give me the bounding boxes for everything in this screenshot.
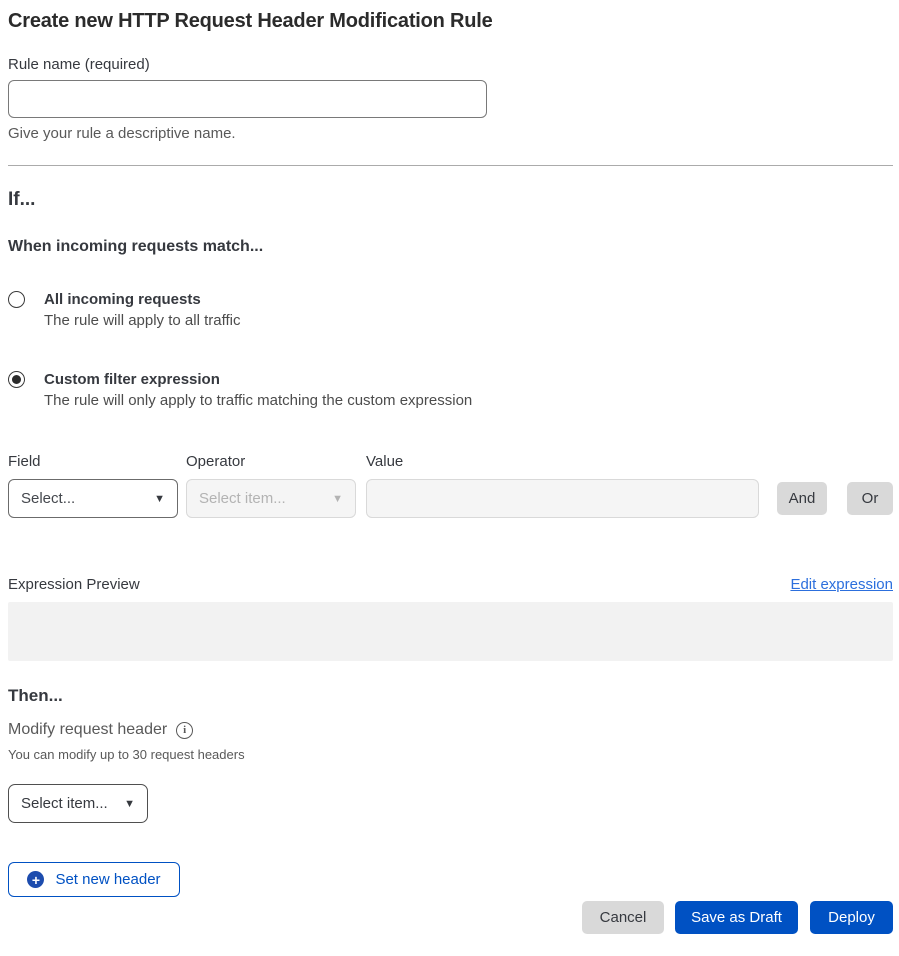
deploy-button[interactable]: Deploy (810, 901, 893, 934)
field-select[interactable]: Select... ▼ (8, 479, 178, 518)
plus-circle-icon: + (27, 871, 44, 888)
save-as-draft-button[interactable]: Save as Draft (675, 901, 798, 934)
page-title: Create new HTTP Request Header Modificat… (8, 8, 893, 35)
expression-preview-label: Expression Preview (8, 575, 140, 595)
if-heading: If... (8, 187, 893, 213)
field-label: Field (8, 452, 178, 471)
modify-request-header-label: Modify request header (8, 720, 167, 740)
chevron-down-icon: ▼ (124, 798, 135, 810)
rule-name-input[interactable] (8, 80, 487, 118)
or-button[interactable]: Or (847, 482, 893, 515)
set-new-header-label: Set new header (55, 871, 160, 888)
field-select-value: Select... (21, 490, 75, 507)
value-label: Value (366, 452, 759, 471)
radio-description: The rule will only apply to traffic matc… (44, 390, 472, 412)
then-heading: Then... (8, 685, 893, 707)
edit-expression-link[interactable]: Edit expression (790, 576, 893, 593)
info-icon[interactable]: i (176, 722, 193, 739)
expression-preview-box (8, 602, 893, 661)
rule-name-label: Rule name (required) (8, 55, 893, 75)
value-input (366, 479, 759, 518)
radio-button-all-requests[interactable] (8, 291, 25, 308)
filter-expression-row: Field Select... ▼ Operator Select item..… (8, 452, 893, 518)
radio-description: The rule will apply to all traffic (44, 310, 240, 332)
chevron-down-icon: ▼ (154, 493, 165, 505)
cancel-button[interactable]: Cancel (582, 901, 664, 934)
set-new-header-button[interactable]: + Set new header (8, 862, 180, 897)
operator-label: Operator (186, 452, 356, 471)
header-action-select-value: Select item... (21, 795, 108, 812)
operator-select-value: Select item... (199, 490, 286, 507)
radio-option-all-requests[interactable]: All incoming requests The rule will appl… (8, 289, 893, 332)
modify-caption: You can modify up to 30 request headers (8, 746, 893, 763)
radio-label[interactable]: Custom filter expression (44, 369, 472, 390)
footer-actions: Cancel Save as Draft Deploy (8, 901, 893, 934)
section-divider (8, 165, 893, 166)
radio-label[interactable]: All incoming requests (44, 289, 240, 310)
radio-option-custom-filter[interactable]: Custom filter expression The rule will o… (8, 369, 893, 412)
when-heading: When incoming requests match... (8, 236, 893, 257)
and-button[interactable]: And (777, 482, 827, 515)
chevron-down-icon: ▼ (332, 493, 343, 505)
operator-select: Select item... ▼ (186, 479, 356, 518)
header-action-select[interactable]: Select item... ▼ (8, 784, 148, 823)
create-rule-page: Create new HTTP Request Header Modificat… (0, 0, 899, 934)
rule-name-helper: Give your rule a descriptive name. (8, 124, 893, 143)
radio-button-custom-filter[interactable] (8, 371, 25, 388)
